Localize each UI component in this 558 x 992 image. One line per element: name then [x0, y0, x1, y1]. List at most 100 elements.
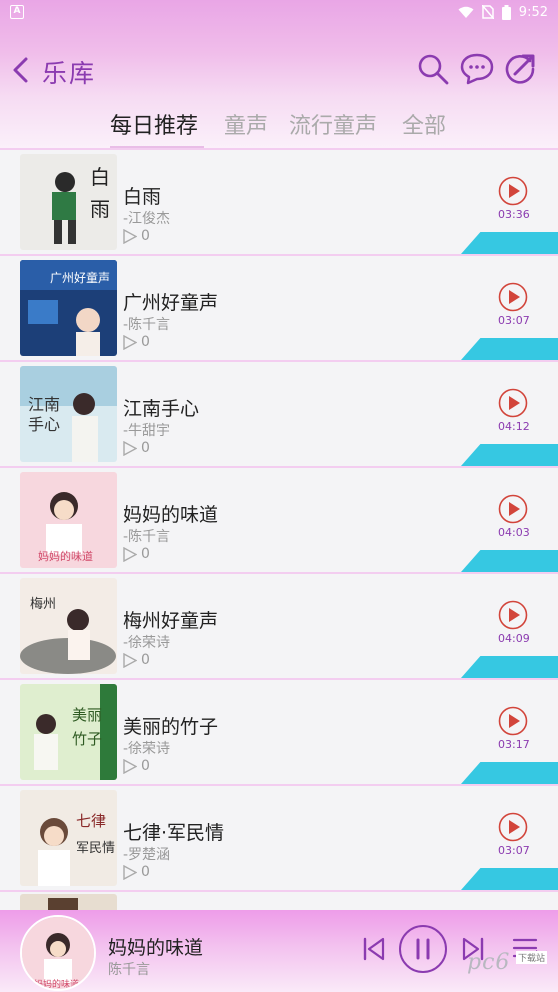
svg-text:雨: 雨 [90, 197, 110, 221]
row-accent-tab [461, 338, 558, 360]
now-playing-cover[interactable]: 妈妈的味道 [20, 915, 96, 991]
song-duration: 03:07 [498, 314, 530, 327]
play-count: 0 [123, 440, 150, 456]
row-accent-tab [461, 762, 558, 784]
song-row[interactable]: 广州好童声 广州好童声 -陈千言 0 03:07 [0, 254, 558, 360]
song-row[interactable]: 江南 手心 江南手心 -牛甜宇 0 04:12 [0, 360, 558, 466]
play-icon[interactable] [498, 494, 528, 524]
song-artist: -陈千言 [123, 529, 171, 545]
watermark-subtext: 下载站 [516, 951, 548, 964]
now-playing-title: 妈妈的味道 [108, 937, 204, 959]
song-artist: -徐荣诗 [123, 741, 171, 757]
song-duration: 04:03 [498, 526, 530, 539]
notification-icon: A [10, 5, 24, 19]
song-title: 江南手心 [123, 398, 200, 420]
row-accent-tab [461, 232, 558, 254]
song-row[interactable]: 白雨 白雨 -江俊杰 0 03:36 [0, 148, 558, 254]
song-duration: 03:17 [498, 738, 530, 751]
album-cover: 广州好童声 [20, 260, 117, 356]
play-count-value: 0 [141, 652, 150, 668]
play-count-icon [123, 440, 137, 456]
svg-text:广州好童声: 广州好童声 [50, 270, 110, 285]
play-count-icon [123, 758, 137, 774]
song-row-partial[interactable] [0, 890, 558, 910]
top-app-bar: 乐库 [0, 44, 558, 96]
page-title: 乐库 [42, 59, 97, 88]
svg-text:七律: 七律 [76, 812, 106, 830]
row-accent-tab [461, 444, 558, 466]
song-row[interactable]: 妈妈的味道 妈妈的味道 -陈千言 0 04:03 [0, 466, 558, 572]
play-count-value: 0 [141, 334, 150, 350]
chat-icon[interactable] [460, 52, 494, 86]
album-cover: 江南 手心 [20, 366, 117, 462]
svg-text:军民情: 军民情 [76, 841, 115, 856]
song-title: 七律·军民情 [123, 822, 225, 844]
svg-text:白: 白 [90, 165, 110, 189]
play-count: 0 [123, 546, 150, 562]
status-bar: A 9:52 [0, 0, 558, 24]
previous-icon[interactable] [362, 936, 386, 962]
album-cover: 梅州 [20, 578, 117, 674]
song-artist: -陈千言 [123, 317, 171, 333]
play-count-value: 0 [141, 440, 150, 456]
play-count-icon [123, 864, 137, 880]
svg-text:江南: 江南 [28, 395, 60, 414]
song-title: 美丽的竹子 [123, 716, 219, 738]
play-count: 0 [123, 228, 150, 244]
svg-text:妈妈的味道: 妈妈的味道 [34, 978, 79, 990]
row-accent-tab [461, 550, 558, 572]
song-duration: 04:12 [498, 420, 530, 433]
play-icon[interactable] [498, 176, 528, 206]
song-list[interactable]: 白雨 白雨 -江俊杰 0 03:36 广州好童声 广州好童声 -陈千言 0 03… [0, 148, 558, 910]
song-row[interactable]: 七律军民情 七律·军民情 -罗楚涵 0 03:07 [0, 784, 558, 890]
tab-daily-recommend[interactable]: 每日推荐 [110, 108, 198, 140]
song-row[interactable]: 美丽竹子 美丽的竹子 -徐荣诗 0 03:17 [0, 678, 558, 784]
song-artist: -牛甜宇 [123, 423, 171, 439]
song-row[interactable]: 梅州 梅州好童声 -徐荣诗 0 04:09 [0, 572, 558, 678]
svg-text:手心: 手心 [28, 415, 60, 434]
back-icon[interactable] [10, 56, 32, 84]
play-count: 0 [123, 334, 150, 350]
svg-text:妈妈的味道: 妈妈的味道 [38, 549, 93, 563]
song-artist: -徐荣诗 [123, 635, 171, 651]
play-count: 0 [123, 864, 150, 880]
play-icon[interactable] [498, 812, 528, 842]
album-cover: 七律 军民情 [20, 790, 117, 886]
row-accent-tab [461, 868, 558, 890]
tab-child-voice[interactable]: 童声 [224, 108, 268, 140]
song-artist: -罗楚涵 [123, 847, 171, 863]
svg-text:美丽: 美丽 [72, 706, 102, 724]
now-playing-artist: 陈千言 [108, 962, 150, 978]
play-icon[interactable] [498, 388, 528, 418]
song-duration: 03:36 [498, 208, 530, 221]
tab-all[interactable]: 全部 [402, 108, 446, 140]
play-count-icon [123, 228, 137, 244]
share-icon[interactable] [503, 52, 537, 86]
song-artist: -江俊杰 [123, 211, 171, 227]
album-cover: 美丽 竹子 [20, 684, 117, 780]
play-icon[interactable] [498, 706, 528, 736]
pause-icon[interactable] [398, 924, 448, 974]
play-count-icon [123, 546, 137, 562]
song-duration: 04:09 [498, 632, 530, 645]
play-count-value: 0 [141, 864, 150, 880]
play-icon[interactable] [498, 282, 528, 312]
status-time: 9:52 [518, 4, 548, 20]
no-sim-icon [481, 5, 494, 19]
song-duration: 03:07 [498, 844, 530, 857]
album-cover: 白雨 [20, 154, 117, 250]
wifi-icon [458, 6, 474, 18]
play-count-icon [123, 334, 137, 350]
play-count-value: 0 [141, 228, 150, 244]
svg-text:竹子: 竹子 [72, 730, 102, 748]
tab-pop-child-voice[interactable]: 流行童声 [289, 108, 377, 140]
song-title: 广州好童声 [123, 292, 219, 314]
play-count-value: 0 [141, 546, 150, 562]
play-count-icon [123, 652, 137, 668]
watermark-logo: pc6 [467, 950, 511, 975]
play-icon[interactable] [498, 600, 528, 630]
row-accent-tab [461, 656, 558, 678]
song-title: 梅州好童声 [123, 610, 219, 632]
play-count-value: 0 [141, 758, 150, 774]
search-icon[interactable] [416, 52, 450, 86]
